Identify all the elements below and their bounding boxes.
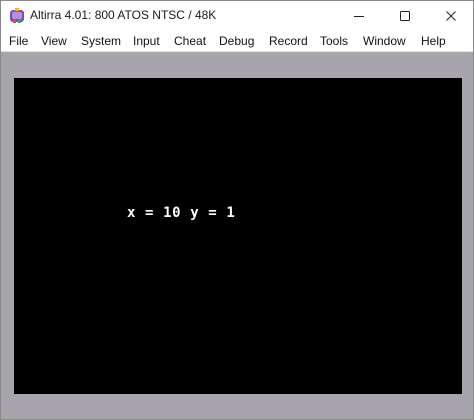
screen-output-text: x = 10 y = 1 bbox=[127, 205, 236, 221]
app-window: Altirra 4.01: 800 ATOS NTSC / 48K File V… bbox=[0, 0, 474, 420]
close-button[interactable] bbox=[428, 1, 473, 31]
title-bar[interactable]: Altirra 4.01: 800 ATOS NTSC / 48K bbox=[1, 1, 473, 31]
menu-debug[interactable]: Debug bbox=[219, 33, 254, 50]
maximize-button[interactable] bbox=[382, 1, 428, 31]
menu-tools[interactable]: Tools bbox=[320, 33, 348, 50]
minimize-button[interactable] bbox=[336, 1, 382, 31]
menu-cheat[interactable]: Cheat bbox=[174, 33, 206, 50]
menu-file[interactable]: File bbox=[9, 33, 28, 50]
window-title: Altirra 4.01: 800 ATOS NTSC / 48K bbox=[30, 8, 217, 22]
emulator-display-area[interactable]: x = 10 y = 1 bbox=[1, 52, 473, 419]
minimize-icon bbox=[354, 16, 364, 17]
altirra-app-icon[interactable] bbox=[8, 7, 26, 25]
menu-window[interactable]: Window bbox=[363, 33, 406, 50]
menu-help[interactable]: Help bbox=[421, 33, 446, 50]
emulator-screen[interactable]: x = 10 y = 1 bbox=[14, 78, 462, 394]
maximize-icon bbox=[400, 11, 410, 21]
menu-bar: File View System Input Cheat Debug Recor… bbox=[1, 31, 473, 52]
menu-input[interactable]: Input bbox=[133, 33, 160, 50]
close-icon bbox=[446, 11, 456, 21]
menu-view[interactable]: View bbox=[41, 33, 67, 50]
menu-system[interactable]: System bbox=[81, 33, 121, 50]
menu-record[interactable]: Record bbox=[269, 33, 308, 50]
